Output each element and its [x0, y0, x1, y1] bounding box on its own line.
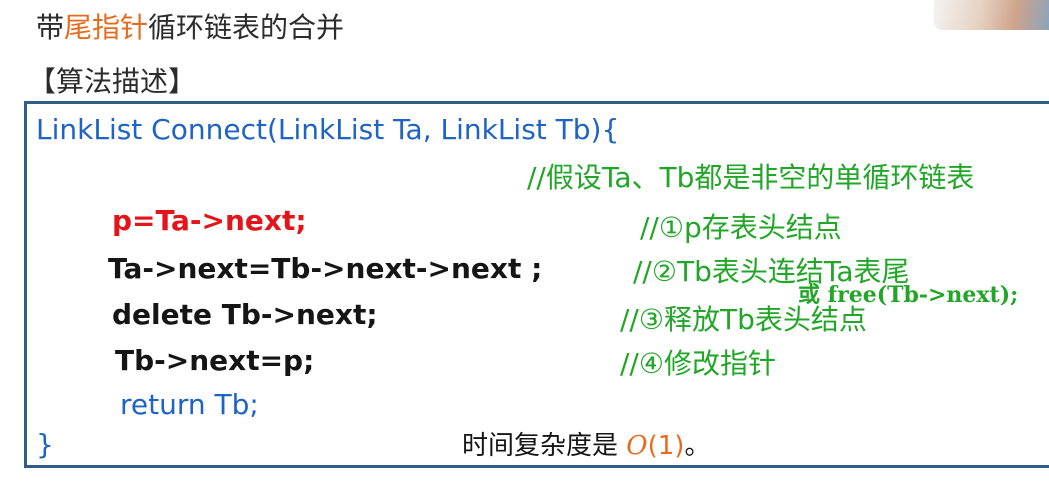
assume-comment: //假设Ta、Tb都是非空的单循环链表: [527, 161, 975, 194]
complexity-post: 。: [684, 431, 711, 461]
title-post: 循环链表的合并: [148, 11, 345, 44]
code-line-2: Ta->next=Tb->next->next ;: [108, 252, 543, 285]
code-line-1: p=Ta->next;: [112, 204, 307, 237]
complexity-o: O: [626, 431, 648, 461]
code-header: LinkList Connect(LinkList Ta, LinkList T…: [36, 113, 620, 146]
code-comment-1: //①p存表头结点: [640, 211, 842, 244]
slide-title: 带尾指针循环链表的合并: [36, 6, 344, 46]
webcam-overlay: [934, 0, 1049, 30]
code-line-5: return Tb;: [120, 388, 259, 421]
code-line-4: Tb->next=p;: [115, 344, 315, 377]
code-comment-3: //③释放Tb表头结点: [620, 303, 867, 336]
complexity-arg: (1): [647, 431, 685, 461]
title-pre: 带: [36, 11, 65, 44]
complexity-note: 时间复杂度是 O(1)。: [462, 425, 710, 462]
section-heading: 【算法描述】: [28, 65, 197, 98]
code-close-brace: }: [36, 428, 54, 461]
code-comment-4: //④修改指针: [620, 347, 776, 380]
code-line-3: delete Tb->next;: [112, 298, 378, 331]
title-highlight: 尾指针: [64, 11, 149, 44]
complexity-pre: 时间复杂度是: [462, 431, 627, 461]
